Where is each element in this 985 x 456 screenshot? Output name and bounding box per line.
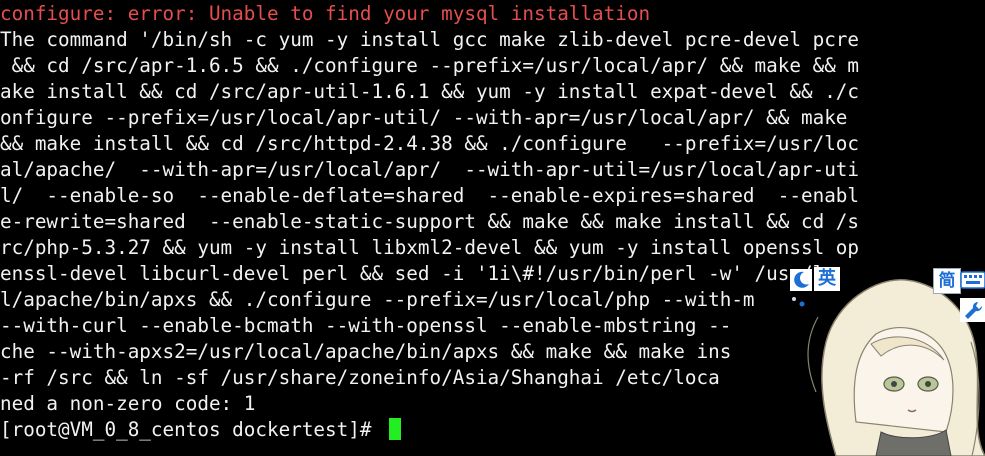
ime-toolbar[interactable]: 英 xyxy=(790,267,850,307)
wrench-icon[interactable] xyxy=(960,298,985,322)
anime-girl-avatar-icon[interactable] xyxy=(796,272,985,456)
terminal-line: The command '/bin/sh -c yum -y install g… xyxy=(0,28,860,51)
dots-icon[interactable] xyxy=(790,295,810,309)
ime-language-toggle[interactable]: 英 xyxy=(814,267,840,291)
terminal-line: e-rewrite=shared --enable-static-support… xyxy=(0,210,860,233)
keyboard-icon[interactable] xyxy=(960,268,985,292)
simplified-chinese-button[interactable]: 简 xyxy=(933,268,961,294)
terminal-line: ake install && cd /src/apr-util-1.6.1 &&… xyxy=(0,80,860,103)
terminal-line: l/ --enable-so --enable-deflate=shared -… xyxy=(0,184,860,207)
terminal-line: al/apache/ --with-apr=/usr/local/apr/ --… xyxy=(0,158,860,181)
simplified-label: 简 xyxy=(938,271,956,291)
terminal-line: rc/php-5.3.27 && yum -y install libxml2-… xyxy=(0,236,860,259)
terminal-cursor xyxy=(389,418,402,440)
shell-prompt: [root@VM_0_8_centos dockertest]# xyxy=(0,418,384,441)
terminal-line: && cd /src/apr-1.6.5 && ./configure --pr… xyxy=(0,54,860,77)
terminal-line-error: configure: error: Unable to find your my… xyxy=(0,2,651,25)
moon-icon[interactable] xyxy=(790,269,812,291)
terminal-line: onfigure --prefix=/usr/local/apr-util/ -… xyxy=(0,106,848,129)
terminal-line: && make install && cd /src/httpd-2.4.38 … xyxy=(0,132,860,155)
